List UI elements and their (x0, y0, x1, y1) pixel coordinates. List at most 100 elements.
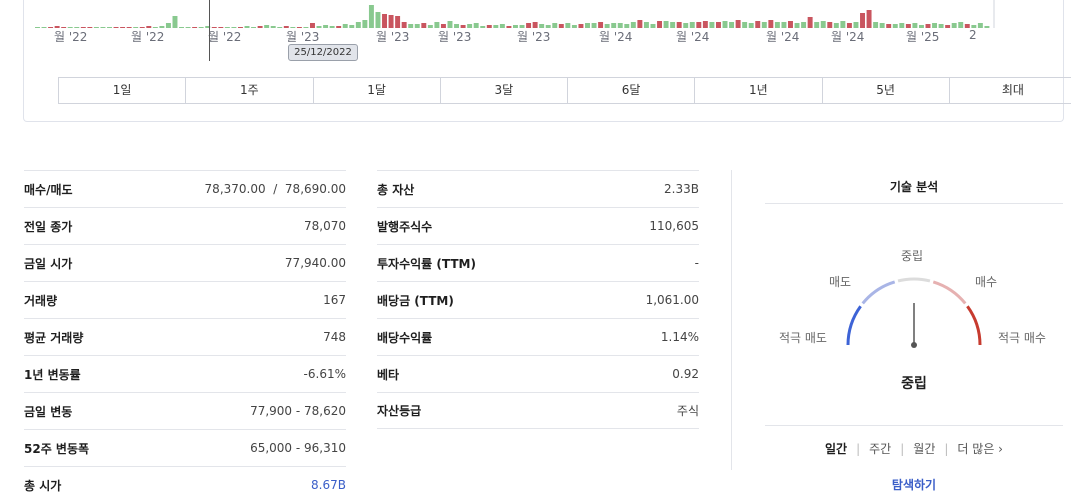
period-monthly-tab[interactable]: 월간 (913, 442, 935, 456)
volume-bar (552, 23, 558, 28)
volume-bar (198, 27, 204, 28)
x-axis-tick-label: 월 '22 (208, 30, 242, 44)
volume-bar (748, 23, 754, 28)
technical-summary-result: 중립 (901, 376, 927, 392)
volume-bar (663, 21, 669, 28)
volume-bar (565, 23, 571, 28)
range-button-1d[interactable]: 1일 (59, 78, 187, 103)
period-weekly-tab[interactable]: 주간 (869, 442, 891, 456)
stat-label: 금일 변동 (24, 404, 73, 419)
volume-bar (755, 21, 761, 28)
stat-row: 매수/매도 78,370.00 / 78,690.00 (24, 170, 346, 207)
range-button-3m[interactable]: 3달 (441, 78, 568, 103)
stat-value: 1,061.00 (645, 293, 699, 307)
volume-bar (395, 16, 401, 28)
divider (765, 425, 1063, 426)
range-button-1y[interactable]: 1년 (695, 78, 823, 103)
stat-value[interactable]: 8.67B (311, 478, 346, 492)
range-button-max[interactable]: 최대 (950, 78, 1071, 103)
stat-value: 167 (323, 293, 346, 307)
volume-bar (172, 16, 178, 28)
stat-row: 52주 변동폭 65,000 - 96,310 (24, 429, 346, 466)
volume-bar (657, 21, 662, 28)
gauge-label-buy: 매수 (975, 275, 998, 289)
stat-row: 전일 종가 78,070 (24, 207, 346, 244)
volume-bar (336, 26, 342, 28)
stat-label: 베타 (377, 367, 400, 382)
volume-bar (840, 21, 846, 28)
stat-row: 베타 0.92 (377, 355, 699, 392)
stat-value: 77,940.00 (284, 256, 346, 270)
volume-bar (100, 27, 106, 28)
x-axis-tick-label: 월 '24 (766, 30, 800, 44)
volume-bar (93, 27, 99, 28)
time-range-selector: 1일 1주 1달 3달 6달 1년 5년 최대 (58, 77, 1071, 104)
volume-bar (421, 23, 427, 28)
volume-bar (814, 22, 820, 28)
stat-label: 배당금 (TTM) (377, 293, 454, 308)
volume-bar (729, 22, 735, 28)
gauge-segment-buy (932, 280, 967, 305)
volume-bar (349, 25, 355, 28)
crosshair-date-label: 25/12/2022 (288, 44, 358, 61)
volume-bar (879, 23, 885, 28)
stat-label: 1년 변동률 (24, 367, 81, 382)
gauge-label-strong-sell: 적극 매도 (779, 331, 827, 345)
volume-bar (886, 24, 892, 28)
explore-link[interactable]: 탐색하기 (765, 476, 1063, 493)
volume-bar (735, 20, 741, 28)
volume-bar (277, 27, 283, 28)
stats-table-left: 매수/매도 78,370.00 / 78,690.00 전일 종가 78,070 금일 … (24, 170, 346, 503)
x-axis-tick-label: 월 '25 (906, 30, 940, 44)
stat-label: 52주 변동폭 (24, 441, 90, 456)
volume-bar (643, 22, 649, 28)
stat-row: 금일 시가 77,940.00 (24, 244, 346, 281)
volume-bar (355, 22, 361, 28)
volume-bar (860, 13, 865, 28)
range-button-1m[interactable]: 1달 (314, 78, 441, 103)
stat-value: 748 (323, 330, 346, 344)
volume-bar (257, 26, 263, 28)
volume-bar (722, 21, 728, 28)
stat-value: 110,605 (649, 219, 699, 233)
stat-label: 자산등급 (377, 404, 422, 418)
volume-bar (41, 27, 47, 28)
volume-bar (807, 17, 813, 28)
volume-bar (591, 23, 597, 28)
volume-bar (768, 20, 774, 28)
stat-value: 0.92 (672, 367, 699, 381)
stat-label: 금일 시가 (24, 256, 73, 271)
period-daily-tab[interactable]: 일간 (825, 442, 847, 456)
chart-panel: 월 '22 월 '22 월 '22 월 '23 월 '23 월 '23 월 '23 월 '24… (23, 0, 1071, 122)
stat-value: 65,000 - 96,310 (250, 441, 346, 455)
volume-bar (120, 27, 126, 28)
technical-analysis-panel: 기술 분석 적극 매도 매도 중립 매수 적극 매수 중립 일간 | 주간 | 월간 | 더… (765, 170, 1063, 502)
stat-value: - (694, 256, 699, 270)
x-axis-tick-label: 월 '23 (517, 30, 551, 44)
x-axis-tick-label: 월 '22 (54, 30, 88, 44)
volume-bar (251, 27, 257, 28)
range-button-5y[interactable]: 5년 (823, 78, 950, 103)
stat-row: 투자수익률 (TTM) - (377, 244, 699, 281)
stat-label: 평균 거래량 (24, 330, 84, 345)
volume-bar (447, 21, 453, 28)
stat-row: 거래량 167 (24, 281, 346, 318)
x-axis-tick-label: 월 '24 (831, 30, 865, 44)
volume-bar (709, 22, 715, 28)
stat-row: 발행주식수 110,605 (377, 207, 699, 244)
range-button-1w[interactable]: 1주 (186, 78, 314, 103)
range-button-6m[interactable]: 6달 (568, 78, 696, 103)
volume-bar (558, 24, 564, 28)
gauge-segment-strong-buy (966, 305, 982, 346)
volume-bar (702, 21, 708, 28)
volume-bar (892, 24, 898, 28)
volume-bar (382, 14, 387, 28)
period-more-tab[interactable]: 더 많은 › (957, 442, 1003, 456)
volume-bar (192, 27, 198, 28)
volume-bar (342, 24, 348, 28)
x-axis-tick-label: 월 '23 (376, 30, 410, 44)
volume-bar (107, 27, 112, 28)
volume-bar (571, 25, 577, 28)
volume-bar (866, 10, 872, 28)
stat-value: 주식 (676, 404, 699, 418)
